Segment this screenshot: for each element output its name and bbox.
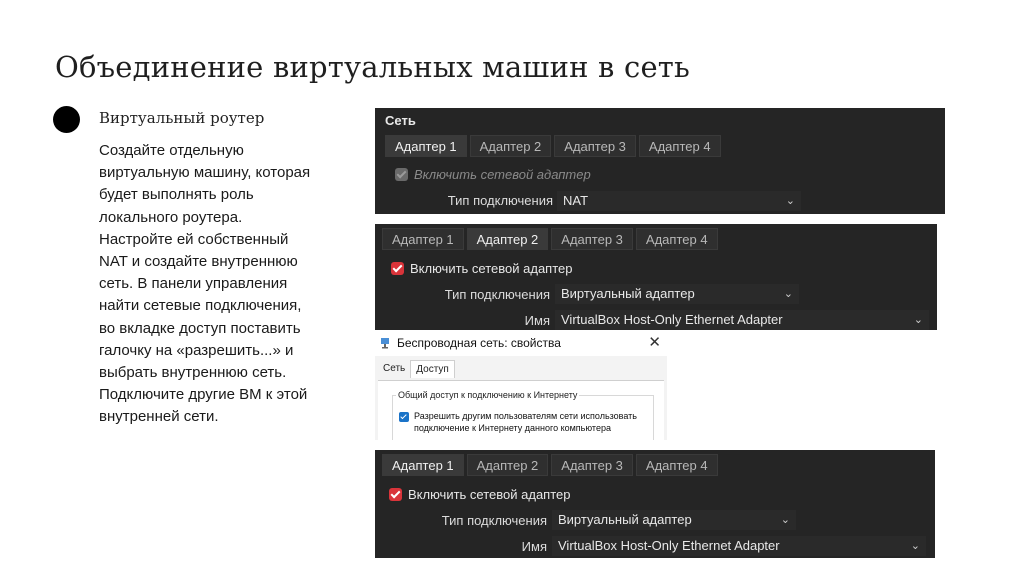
attached-to-label: Тип подключения	[444, 287, 550, 302]
checkbox-icon	[389, 488, 402, 501]
body-line: Настройте ей собственный	[99, 230, 289, 248]
tab-adapter-2[interactable]: Адаптер 2	[466, 454, 549, 476]
enable-adapter-label: Включить сетевой адаптер	[414, 167, 591, 182]
attached-to-value: Виртуальный адаптер	[558, 512, 692, 527]
body-line: галочку на «разрешить...» и	[99, 341, 294, 359]
dialog-title: Беспроводная сеть: свойства	[397, 336, 561, 350]
enable-adapter-label: Включить сетевой адаптер	[410, 261, 573, 276]
slide-title: Объединение виртуальных машин в сеть	[55, 50, 691, 84]
tab-adapter-2[interactable]: Адаптер 2	[469, 135, 552, 157]
name-value: VirtualBox Host-Only Ethernet Adapter	[561, 312, 783, 327]
body-line: Подключите другие ВМ к этой	[99, 386, 308, 404]
name-label: Имя	[524, 313, 550, 328]
chevron-down-icon: ⌄	[780, 514, 790, 526]
attached-to-value: Виртуальный адаптер	[561, 286, 695, 301]
adapter-tabs: Адаптер 1 Адаптер 2 Адаптер 3 Адаптер 4	[382, 228, 721, 250]
tab-sharing[interactable]: Доступ	[410, 360, 455, 378]
tab-adapter-4[interactable]: Адаптер 4	[638, 135, 721, 157]
vbox-network-panel-nat: Сеть Адаптер 1 Адаптер 2 Адаптер 3 Адапт…	[375, 108, 945, 214]
panel-header: Сеть	[385, 113, 416, 128]
enable-adapter-label: Включить сетевой адаптер	[408, 487, 571, 502]
attached-to-label: Тип подключения	[447, 193, 553, 208]
adapter-tabs: Адаптер 1 Адаптер 2 Адаптер 3 Адаптер 4	[382, 454, 721, 476]
allow-sharing-checkbox[interactable]	[399, 412, 409, 422]
allow-sharing-line1: Разрешить другим пользователям сети испо…	[414, 411, 637, 421]
name-select[interactable]: VirtualBox Host-Only Ethernet Adapter ⌄	[552, 536, 926, 556]
attached-to-select[interactable]: NAT ⌄	[557, 191, 801, 211]
allow-sharing-label: Разрешить другим пользователям сети испо…	[414, 410, 637, 434]
close-icon[interactable]: ✕	[648, 333, 661, 351]
checkbox-icon	[391, 262, 404, 275]
body-line: виртуальную машину, которая	[99, 164, 311, 182]
checkbox-icon	[395, 168, 408, 181]
adapter-tabs: Адаптер 1 Адаптер 2 Адаптер 3 Адаптер 4	[385, 135, 724, 157]
chevron-down-icon: ⌄	[785, 195, 795, 207]
sharing-panel: Общий доступ к подключению к Интернету Р…	[378, 380, 664, 440]
dialog-titlebar: Беспроводная сеть: свойства ✕	[375, 330, 667, 356]
body-line: во вкладке доступ поставить	[99, 319, 301, 337]
tab-adapter-4[interactable]: Адаптер 4	[635, 228, 718, 250]
tab-adapter-1[interactable]: Адаптер 1	[382, 454, 464, 476]
chevron-down-icon: ⌄	[910, 540, 920, 552]
enable-adapter-checkbox[interactable]: Включить сетевой адаптер	[389, 487, 570, 502]
body-line: выбрать внутреннюю сеть.	[99, 364, 287, 382]
enable-adapter-checkbox[interactable]: Включить сетевой адаптер	[391, 261, 572, 276]
name-select[interactable]: VirtualBox Host-Only Ethernet Adapter ⌄	[555, 310, 929, 330]
bullet-heading: Виртуальный роутер	[99, 109, 265, 127]
vbox-network-panel-hostonly: Адаптер 1 Адаптер 2 Адаптер 3 Адаптер 4 …	[375, 224, 937, 330]
attached-to-label: Тип подключения	[441, 513, 547, 528]
attached-to-select[interactable]: Виртуальный адаптер ⌄	[555, 284, 799, 304]
attached-to-value: NAT	[563, 193, 589, 208]
network-icon	[381, 338, 389, 349]
body-line: NAT и создайте внутреннюю	[99, 253, 298, 271]
chevron-down-icon: ⌄	[783, 288, 793, 300]
body-text: Создайте отдельную виртуальную машину, к…	[99, 140, 361, 429]
body-line: внутренней сети.	[99, 408, 219, 426]
tab-adapter-1[interactable]: Адаптер 1	[382, 228, 464, 250]
bullet-dot	[53, 106, 80, 133]
tab-adapter-3[interactable]: Адаптер 3	[551, 228, 633, 250]
body-line: сеть. В панели управления	[99, 275, 288, 293]
tab-adapter-4[interactable]: Адаптер 4	[635, 454, 718, 476]
tab-adapter-3[interactable]: Адаптер 3	[554, 135, 636, 157]
allow-sharing-line2: подключение к Интернету данного компьюте…	[414, 423, 611, 433]
body-line: найти сетевые подключения,	[99, 297, 302, 315]
attached-to-select[interactable]: Виртуальный адаптер ⌄	[552, 510, 796, 530]
wireless-properties-dialog: Беспроводная сеть: свойства ✕ Сеть Досту…	[375, 330, 667, 440]
dialog-tabs: Сеть Доступ	[378, 360, 455, 378]
body-line: Создайте отдельную	[99, 142, 244, 159]
vbox-network-panel-hostonly-2: Адаптер 1 Адаптер 2 Адаптер 3 Адаптер 4 …	[375, 450, 935, 558]
tab-adapter-1[interactable]: Адаптер 1	[385, 135, 467, 157]
sharing-group-label: Общий доступ к подключению к Интернету	[396, 390, 580, 400]
name-label: Имя	[521, 539, 547, 554]
name-value: VirtualBox Host-Only Ethernet Adapter	[558, 538, 780, 553]
body-line: локального роутера.	[99, 208, 243, 226]
enable-adapter-checkbox[interactable]: Включить сетевой адаптер	[395, 167, 591, 182]
tab-network[interactable]: Сеть	[378, 360, 410, 378]
body-line: будет выполнять роль	[99, 186, 254, 204]
tab-adapter-2[interactable]: Адаптер 2	[466, 228, 549, 250]
tab-adapter-3[interactable]: Адаптер 3	[551, 454, 633, 476]
chevron-down-icon: ⌄	[913, 314, 923, 326]
